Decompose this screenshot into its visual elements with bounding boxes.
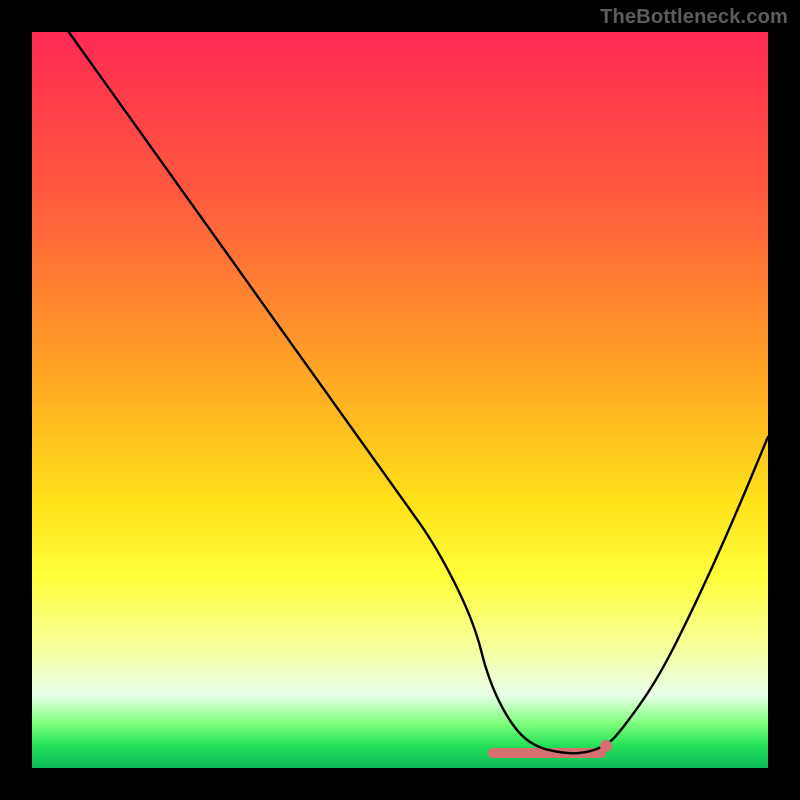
marker-dot <box>600 740 612 752</box>
watermark-text: TheBottleneck.com <box>600 6 788 29</box>
curve-path <box>69 32 768 753</box>
plot-area <box>32 32 768 768</box>
chart-frame: TheBottleneck.com <box>0 0 800 800</box>
bottleneck-curve <box>32 32 768 768</box>
